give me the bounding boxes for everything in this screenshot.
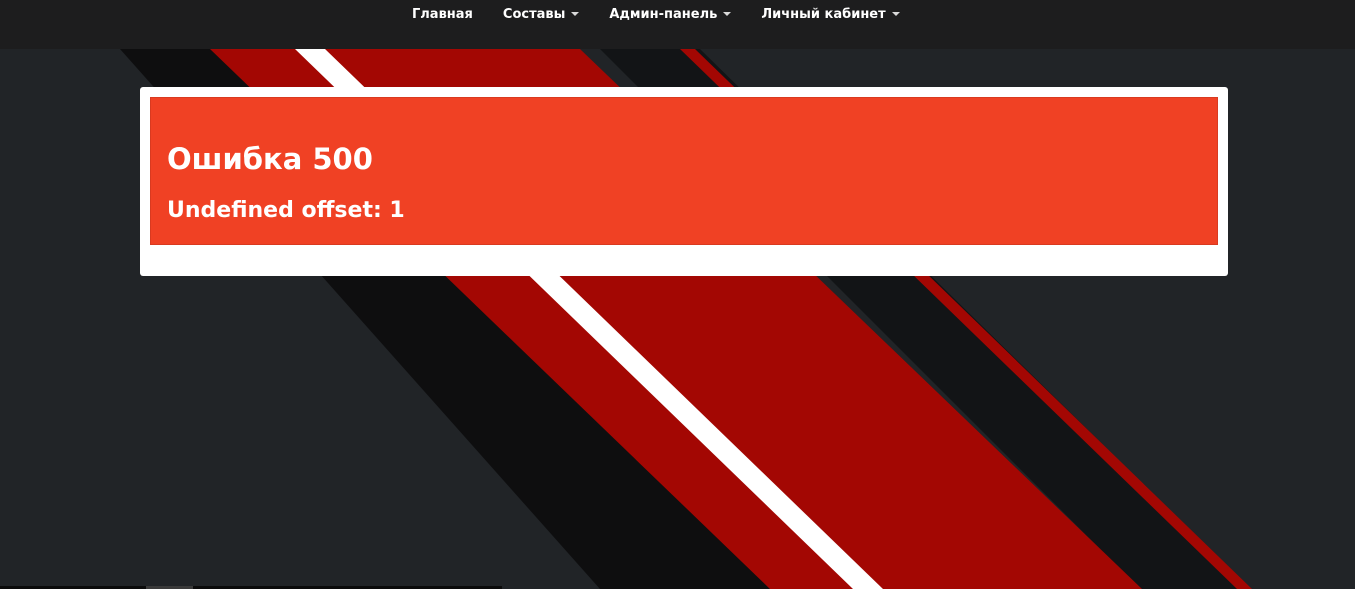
- caret-down-icon: [571, 12, 580, 16]
- nav-item-admin-panel[interactable]: Админ-панель: [594, 0, 746, 28]
- nav-item-label: Личный кабинет: [761, 6, 886, 22]
- content-panel: Ошибка 500 Undefined offset: 1: [140, 87, 1228, 276]
- error-alert: Ошибка 500 Undefined offset: 1: [150, 97, 1218, 245]
- error-title: Ошибка 500: [167, 142, 373, 176]
- nav-item-rosters[interactable]: Составы: [488, 0, 594, 28]
- nav-item-label: Админ-панель: [609, 6, 718, 22]
- nav-item-label: Составы: [502, 6, 566, 22]
- nav-menu: Главная Составы Админ-панель Личный каби…: [397, 0, 915, 28]
- nav-item-home[interactable]: Главная: [397, 0, 488, 28]
- caret-down-icon: [891, 12, 900, 16]
- caret-down-icon: [723, 12, 732, 16]
- error-message: Undefined offset: 1: [167, 198, 405, 223]
- nav-item-personal-account[interactable]: Личный кабинет: [746, 0, 914, 28]
- nav-item-label: Главная: [412, 6, 473, 22]
- top-navbar: Главная Составы Админ-панель Личный каби…: [0, 0, 1355, 49]
